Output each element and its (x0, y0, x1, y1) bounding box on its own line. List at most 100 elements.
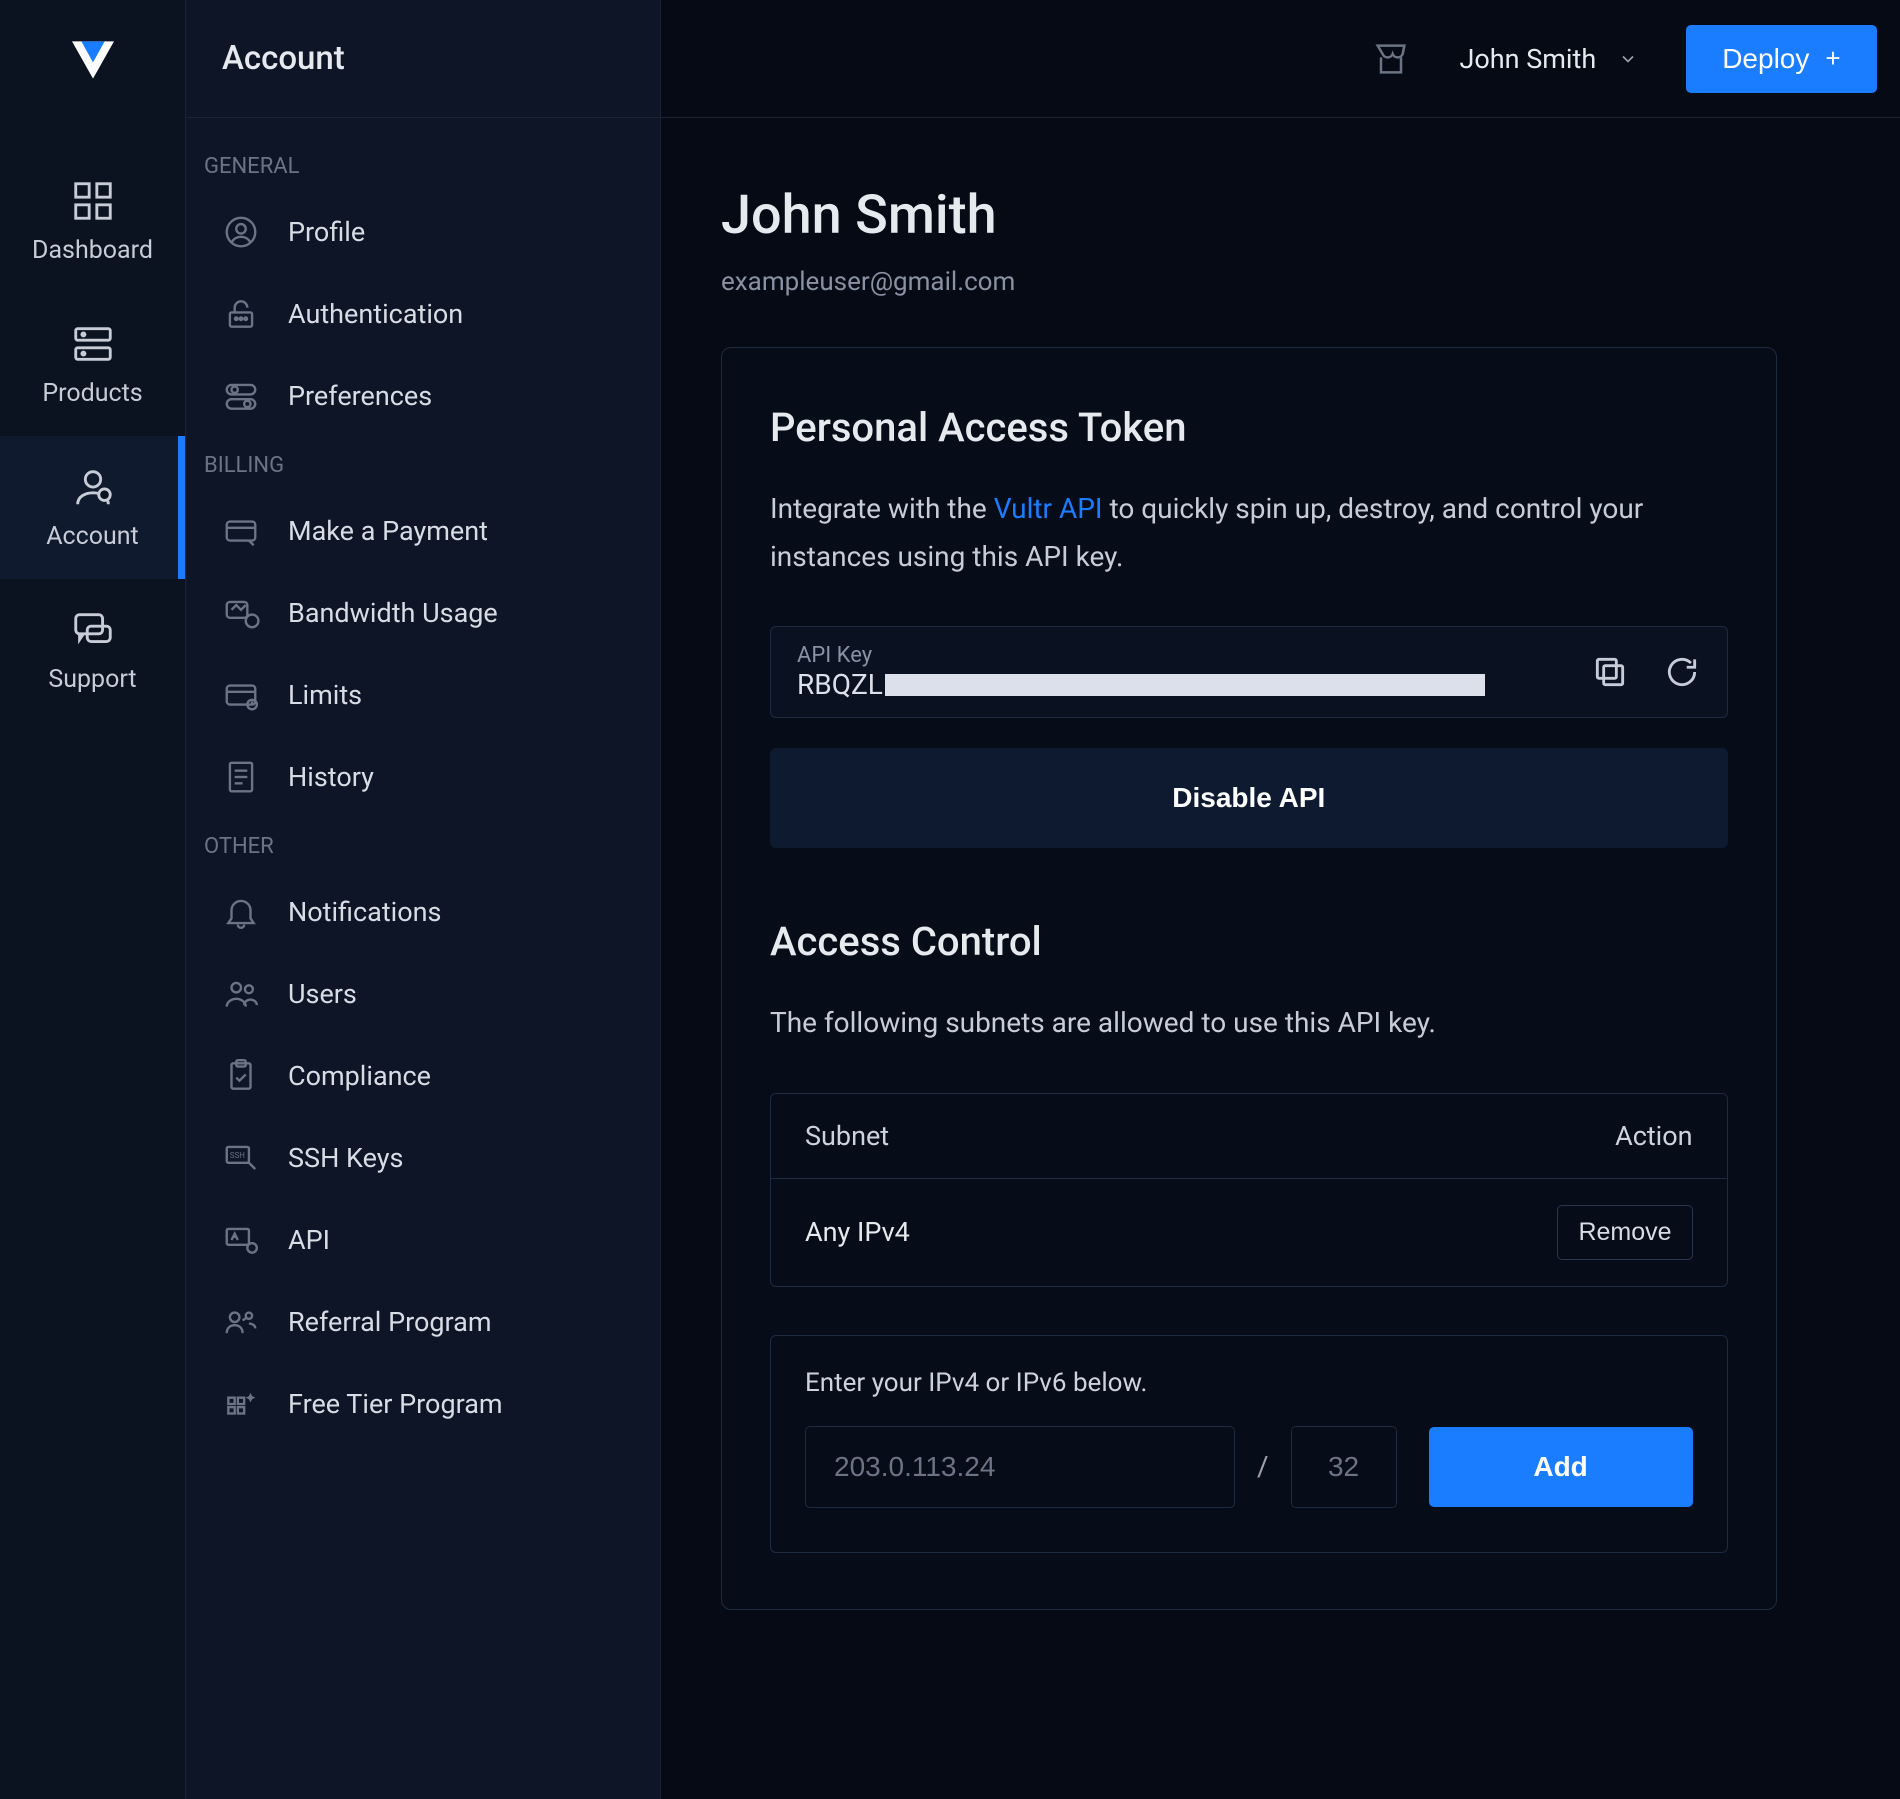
col-subnet: Subnet (805, 1120, 889, 1152)
subnav-item-profile[interactable]: Profile (186, 191, 660, 273)
subnav-item-limits[interactable]: Limits (186, 654, 660, 736)
subnav-item-referral[interactable]: Referral Program (186, 1281, 660, 1363)
store-icon[interactable] (1371, 39, 1411, 79)
subnav-item-history[interactable]: History (186, 736, 660, 818)
rail-item-products[interactable]: Products (0, 293, 185, 436)
subnav-label: Compliance (288, 1060, 431, 1092)
ip-row: / Add (805, 1426, 1693, 1508)
rail-item-account[interactable]: Account (0, 436, 185, 579)
subnet-table: Subnet Action Any IPv4 Remove (770, 1093, 1728, 1287)
account-subnav: Account GENERAL Profile Authentication P… (186, 0, 661, 1799)
subnav-item-authentication[interactable]: Authentication (186, 273, 660, 355)
access-title: Access Control (770, 918, 1728, 965)
ssh-icon: SSH (222, 1139, 260, 1177)
disable-api-button[interactable]: Disable API (770, 748, 1728, 848)
rail-label: Account (46, 522, 139, 551)
lock-icon (222, 295, 260, 333)
clipboard-icon (222, 1057, 260, 1095)
subnav-label: Notifications (288, 896, 441, 928)
user-icon (70, 464, 116, 510)
subnav-item-preferences[interactable]: Preferences (186, 355, 660, 437)
vultr-api-link[interactable]: Vultr API (994, 492, 1103, 525)
users-icon (222, 975, 260, 1013)
user-menu[interactable]: John Smith (1459, 43, 1638, 75)
pat-description: Integrate with the Vultr API to quickly … (770, 485, 1728, 580)
plus-icon: + (1825, 43, 1840, 74)
group-other-label: OTHER (186, 818, 660, 871)
grid-icon (70, 178, 116, 224)
subnav-label: Profile (288, 216, 365, 248)
logo-icon (65, 32, 121, 88)
user-email: exampleuser@gmail.com (721, 267, 1777, 297)
bandwidth-icon (222, 594, 260, 632)
add-button[interactable]: Add (1429, 1427, 1693, 1507)
logo[interactable] (63, 30, 123, 90)
api-key-mask (885, 674, 1485, 696)
bell-icon (222, 893, 260, 931)
api-card: Personal Access Token Integrate with the… (721, 347, 1777, 1610)
deploy-label: Deploy (1722, 43, 1809, 75)
subnav-label: SSH Keys (288, 1142, 403, 1174)
deploy-button[interactable]: Deploy + (1686, 25, 1876, 93)
group-billing-label: BILLING (186, 437, 660, 490)
subnav-body: GENERAL Profile Authentication Preferenc… (186, 118, 660, 1445)
subnav-label: Limits (288, 679, 362, 711)
pat-title: Personal Access Token (770, 404, 1728, 451)
rail-label: Products (42, 379, 142, 408)
rail-item-support[interactable]: Support (0, 579, 185, 722)
primary-nav: Dashboard Products Account Support (0, 0, 186, 1799)
subnav-label: Referral Program (288, 1306, 492, 1338)
table-header: Subnet Action (771, 1094, 1727, 1179)
chevron-down-icon (1618, 49, 1638, 69)
pat-desc-pre: Integrate with the (770, 492, 994, 525)
subnav-title: Account (186, 0, 660, 118)
subnav-item-bandwidth[interactable]: Bandwidth Usage (186, 572, 660, 654)
ip-instruction: Enter your IPv4 or IPv6 below. (805, 1368, 1693, 1398)
api-key-field: API Key RBQZL (797, 643, 1557, 701)
api-icon (222, 1221, 260, 1259)
access-desc: The following subnets are allowed to use… (770, 999, 1728, 1047)
subnav-label: Bandwidth Usage (288, 597, 498, 629)
api-key-value[interactable]: RBQZL (797, 668, 1557, 701)
sparkle-icon (222, 1385, 260, 1423)
subnav-item-compliance[interactable]: Compliance (186, 1035, 660, 1117)
main: John Smith Deploy + John Smith exampleus… (661, 0, 1900, 1799)
subnav-item-sshkeys[interactable]: SSH SSH Keys (186, 1117, 660, 1199)
subnav-label: Make a Payment (288, 515, 488, 547)
page-title: John Smith (721, 184, 1777, 247)
slash-separator: / (1257, 1450, 1269, 1483)
referral-icon (222, 1303, 260, 1341)
table-row: Any IPv4 Remove (771, 1179, 1727, 1286)
api-key-label: API Key (797, 643, 1557, 668)
subnav-item-users[interactable]: Users (186, 953, 660, 1035)
refresh-icon[interactable] (1663, 653, 1701, 691)
mask-input[interactable] (1291, 1426, 1397, 1508)
subnet-value: Any IPv4 (805, 1216, 910, 1248)
toggles-icon (222, 377, 260, 415)
history-icon (222, 758, 260, 796)
chat-icon (70, 607, 116, 653)
rail-item-dashboard[interactable]: Dashboard (0, 150, 185, 293)
server-icon (70, 321, 116, 367)
subnav-label: History (288, 761, 374, 793)
subnav-item-freetier[interactable]: Free Tier Program (186, 1363, 660, 1445)
api-key-row: API Key RBQZL (770, 626, 1728, 718)
subnav-label: API (288, 1224, 330, 1256)
card-icon (222, 512, 260, 550)
subnav-label: Free Tier Program (288, 1388, 503, 1420)
user-name: John Smith (1459, 43, 1596, 75)
topbar: John Smith Deploy + (661, 0, 1900, 118)
ip-form: Enter your IPv4 or IPv6 below. / Add (770, 1335, 1728, 1553)
ip-input[interactable] (805, 1426, 1235, 1508)
subnav-item-payment[interactable]: Make a Payment (186, 490, 660, 572)
rail-label: Dashboard (32, 236, 153, 265)
col-action: Action (1615, 1120, 1692, 1152)
profile-icon (222, 213, 260, 251)
remove-button[interactable]: Remove (1557, 1205, 1692, 1260)
api-key-prefix: RBQZL (797, 668, 883, 701)
svg-text:SSH: SSH (230, 1151, 245, 1160)
subnav-label: Users (288, 978, 357, 1010)
subnav-item-api[interactable]: API (186, 1199, 660, 1281)
copy-icon[interactable] (1591, 653, 1629, 691)
subnav-item-notifications[interactable]: Notifications (186, 871, 660, 953)
